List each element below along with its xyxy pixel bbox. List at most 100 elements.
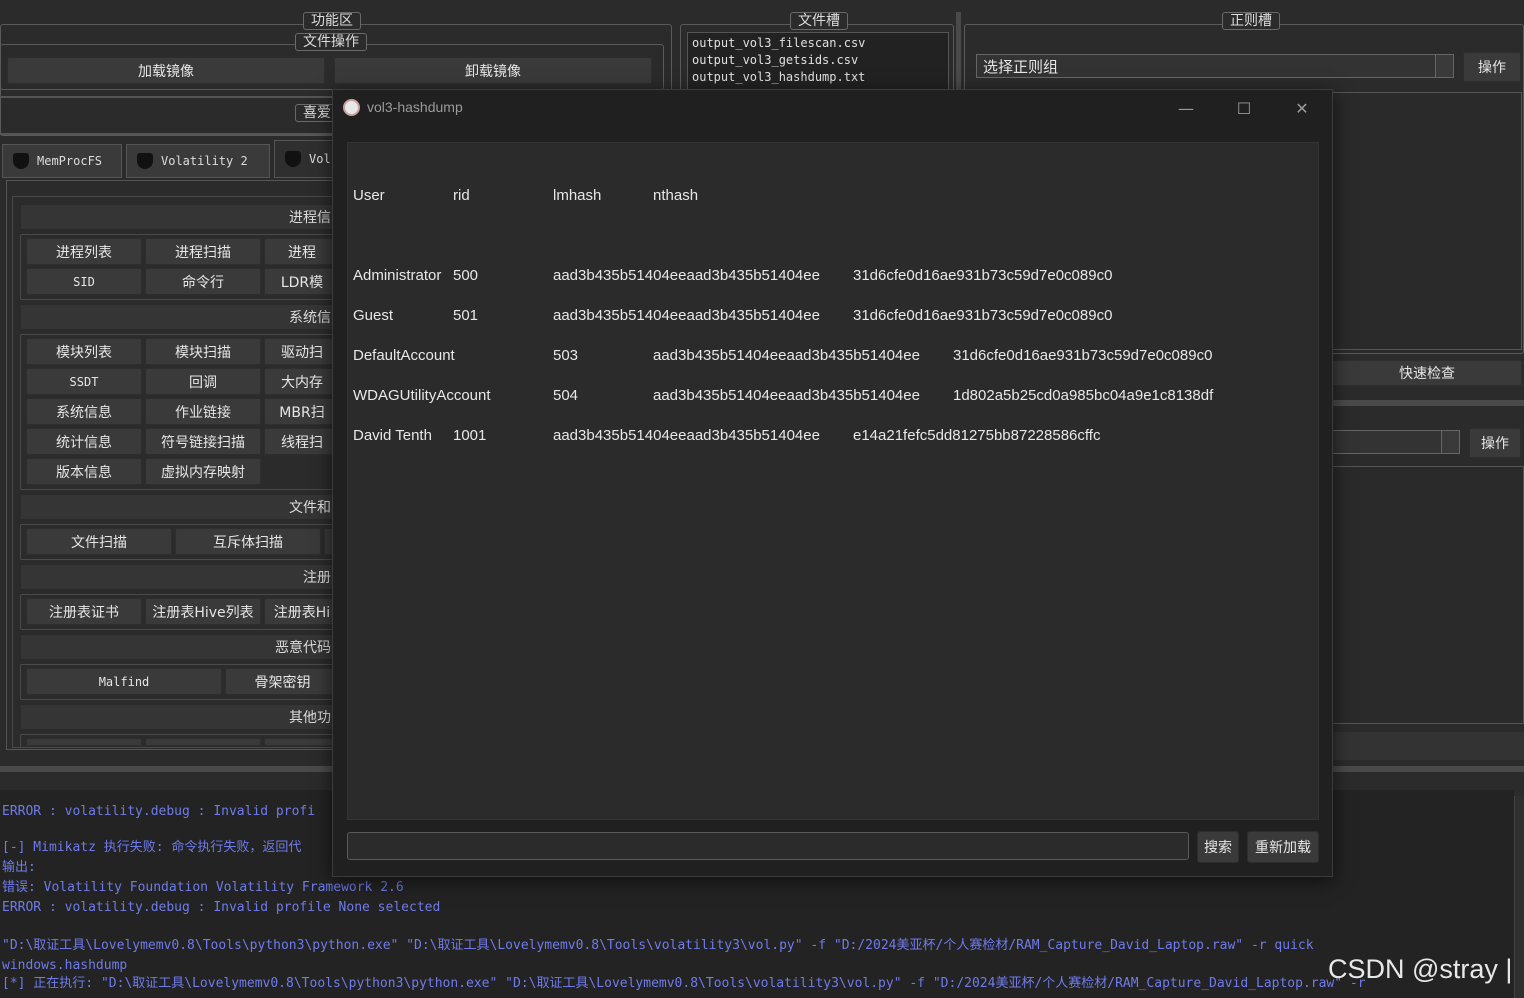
symlink-scan-button[interactable]: 符号链接扫描 (145, 428, 261, 455)
dialog-titlebar[interactable]: vol3-hashdump — ☐ ✕ (333, 90, 1332, 126)
files-section-header[interactable]: 文件和 (20, 494, 340, 520)
other-button-1[interactable] (26, 738, 142, 746)
row-user: Guest (353, 307, 394, 324)
row-nthash: 1d802a5b25cd0a985bc04a9e1c8138df (953, 387, 1214, 404)
search-input[interactable] (347, 832, 1189, 860)
main-horizontal-splitter-right[interactable] (1332, 766, 1524, 772)
sid-button[interactable]: SID (26, 268, 142, 295)
log-line: [-] Mimikatz 执行失败: 命令执行失败，返回代 (2, 840, 302, 855)
process-tree-button[interactable]: 进程 (264, 238, 340, 265)
version-info-button[interactable]: 版本信息 (26, 458, 142, 485)
file-list-item[interactable]: output_vol3_filescan.csv (692, 35, 944, 52)
main-horizontal-splitter[interactable] (0, 766, 340, 772)
row-nthash: 31d6cfe0d16ae931b73c59d7e0c089c0 (853, 267, 1113, 284)
minimize-icon[interactable]: — (1163, 94, 1209, 122)
regex-operate-button[interactable]: 操作 (1463, 52, 1521, 82)
regex-separator (1332, 400, 1524, 406)
file-list-item[interactable]: output_vol3_hashdump.txt (692, 69, 944, 86)
other-button-2[interactable] (145, 738, 261, 746)
tab-volatility2[interactable]: Volatility 2 (126, 144, 270, 178)
system-info-button[interactable]: 系统信息 (26, 398, 142, 425)
watermark: CSDN @stray | (1328, 954, 1513, 984)
registry-hivelist-button[interactable]: 注册表Hive列表 (145, 598, 261, 625)
regex-operate-button-2[interactable]: 操作 (1469, 428, 1521, 458)
log-line: 输出: (2, 860, 36, 875)
quick-check-button[interactable]: 快速检查 (1332, 360, 1522, 386)
driver-scan-button[interactable]: 驱动扫 (264, 338, 340, 365)
chevron-down-icon (1435, 55, 1453, 77)
file-list[interactable]: output_vol3_filescan.csv output_vol3_get… (687, 32, 949, 90)
close-icon[interactable]: ✕ (1279, 94, 1325, 122)
mbr-scan-button[interactable]: MBR扫 (264, 398, 340, 425)
unload-image-button[interactable]: 卸载镜像 (334, 57, 652, 84)
statistics-button[interactable]: 统计信息 (26, 428, 142, 455)
ssdt-button[interactable]: SSDT (26, 368, 142, 395)
regex-bottom-bar (1332, 732, 1524, 760)
tab-memprocfs-label: MemProcFS (37, 154, 103, 168)
vertical-splitter[interactable] (956, 12, 961, 92)
column-header-lmhash: lmhash (553, 187, 602, 204)
malware-section-header[interactable]: 恶意代码 (20, 634, 340, 660)
skeleton-key-button[interactable]: 骨架密钥 (225, 668, 340, 695)
job-links-button[interactable]: 作业链接 (145, 398, 261, 425)
file-list-item[interactable]: output_vol3_getsids.csv (692, 52, 944, 69)
regex-slot-title[interactable]: 正则槽 (1222, 12, 1280, 30)
process-section-header[interactable]: 进程信 (20, 204, 340, 230)
callbacks-button[interactable]: 回调 (145, 368, 261, 395)
registry-certificates-button[interactable]: 注册表证书 (26, 598, 142, 625)
log-line: ERROR : volatility.debug : Invalid profi… (2, 900, 441, 915)
tab-memprocfs[interactable]: MemProcFS (2, 144, 122, 178)
file-scan-button[interactable]: 文件扫描 (26, 528, 172, 555)
cat-icon (285, 151, 301, 167)
system-section-header[interactable]: 系统信 (20, 304, 340, 330)
process-scan-button[interactable]: 进程扫描 (145, 238, 261, 265)
regex-result-area[interactable] (1332, 92, 1522, 350)
tab-volatility3[interactable]: Vol (274, 140, 340, 178)
other-section-header[interactable]: 其他功 (20, 704, 340, 730)
mutant-scan-button[interactable]: 互斥体扫描 (175, 528, 321, 555)
app-icon (343, 99, 360, 116)
file-slot-title[interactable]: 文件槽 (790, 12, 848, 30)
row-user: Administrator (353, 267, 442, 284)
row-user: WDAGUtilityAccount (353, 387, 491, 404)
other-button-3[interactable] (264, 738, 340, 746)
column-header-nthash: nthash (653, 187, 699, 204)
module-list-button[interactable]: 模块列表 (26, 338, 142, 365)
row-lmhash: aad3b435b51404eeaad3b435b51404ee (553, 307, 820, 324)
row-user: David Tenth (353, 427, 432, 444)
virtual-memory-map-button[interactable]: 虚拟内存映射 (145, 458, 261, 485)
column-header-user: User (353, 187, 385, 204)
bigpools-button[interactable]: 大内存 (264, 368, 340, 395)
process-list-button[interactable]: 进程列表 (26, 238, 142, 265)
log-line: 错误: Volatility Foundation Volatility Fra… (2, 880, 404, 895)
row-nthash: 31d6cfe0d16ae931b73c59d7e0c089c0 (853, 307, 1113, 324)
row-rid: 503 (553, 347, 579, 364)
regex-secondary-select[interactable] (1332, 430, 1460, 454)
registry-hivescan-button[interactable]: 注册表Hi (264, 598, 340, 625)
function-area-title[interactable]: 功能区 (303, 12, 361, 30)
maximize-icon[interactable]: ☐ (1221, 94, 1267, 122)
log-line: [*] 正在执行: "D:\取证工具\Lovelymemv0.8\Tools\p… (2, 976, 1366, 991)
hashdump-results[interactable]: User rid lmhash nthash Administrator 500… (347, 142, 1319, 820)
search-button[interactable]: 搜索 (1197, 831, 1239, 863)
log-line: "D:\取证工具\Lovelymemv0.8\Tools\python3\pyt… (2, 938, 1314, 953)
log-scrollbar[interactable] (1514, 796, 1524, 998)
tool-tab-bar-line (0, 133, 340, 135)
registry-section-header[interactable]: 注册 (20, 564, 340, 590)
cat-icon (13, 153, 29, 169)
load-image-button[interactable]: 加载镜像 (7, 57, 325, 84)
row-lmhash: aad3b435b51404eeaad3b435b51404ee (653, 347, 920, 364)
tab-volatility3-label: Vol (309, 152, 331, 166)
regex-group-select[interactable]: 选择正则组 (976, 54, 1454, 78)
malfind-button[interactable]: Malfind (26, 668, 222, 695)
row-rid: 501 (453, 307, 479, 324)
row-rid: 1001 (453, 427, 487, 444)
reload-button[interactable]: 重新加载 (1247, 831, 1319, 863)
module-scan-button[interactable]: 模块扫描 (145, 338, 261, 365)
cmdline-button[interactable]: 命令行 (145, 268, 261, 295)
regex-output-area[interactable] (1332, 466, 1524, 724)
ldr-modules-button[interactable]: LDR模 (264, 268, 340, 295)
hashdump-dialog: vol3-hashdump — ☐ ✕ User rid lmhash ntha… (332, 89, 1333, 877)
thread-scan-button[interactable]: 线程扫 (264, 428, 340, 455)
row-nthash: 31d6cfe0d16ae931b73c59d7e0c089c0 (953, 347, 1213, 364)
